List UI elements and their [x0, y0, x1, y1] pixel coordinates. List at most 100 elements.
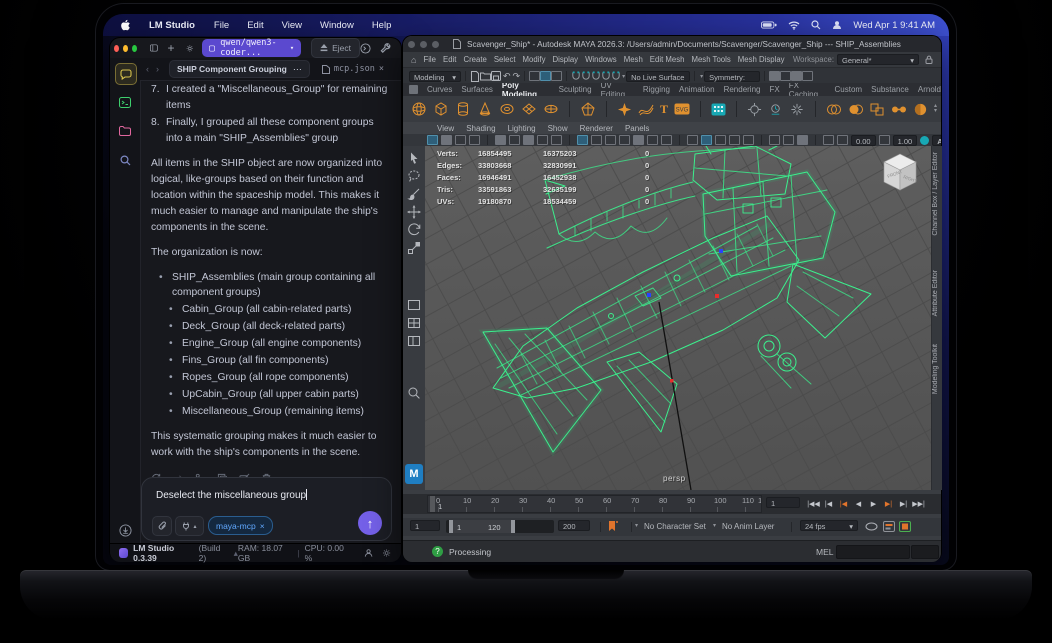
shelf-scroll-down-icon[interactable]: ▾	[934, 108, 937, 114]
attach-file-button[interactable]	[152, 516, 172, 536]
zoom-window-button[interactable]	[432, 40, 439, 48]
shelf-tab-rendering[interactable]: Rendering	[724, 85, 761, 94]
play-backwards-button[interactable]: ◀	[851, 496, 866, 511]
layout-single-icon[interactable]	[407, 298, 421, 312]
caret-down-icon[interactable]: ▾	[700, 73, 703, 80]
menu-set-dropdown[interactable]: Modeling ▾	[409, 70, 461, 82]
color-management-icon[interactable]	[920, 135, 930, 145]
anim-prefs-icon[interactable]	[883, 521, 895, 532]
time-slider[interactable]: 1 0 10 20 30 40 50 60 70 80 90 100 110 1…	[403, 494, 941, 514]
statusline-right-icon[interactable]	[780, 71, 792, 81]
boolean-difference-icon[interactable]	[848, 103, 864, 116]
menubar-item-edit[interactable]: Edit	[247, 20, 263, 31]
user-icon[interactable]	[364, 548, 373, 558]
magnet-plane-icon[interactable]	[601, 71, 611, 81]
shelf-tab-poly-modeling[interactable]: Poly Modeling	[502, 83, 550, 96]
current-frame-marker[interactable]	[430, 496, 435, 512]
snap-curve-icon[interactable]	[540, 71, 552, 81]
save-scene-icon[interactable]	[491, 71, 501, 81]
viewport-toolbar-icon[interactable]	[537, 135, 548, 145]
shelf-tab-fx[interactable]: FX	[769, 85, 779, 94]
tab-modeling-toolkit[interactable]: Modeling Toolkit	[932, 344, 942, 394]
view-cube[interactable]: FRONT RIGHT	[876, 150, 924, 198]
shelf-tab-rigging[interactable]: Rigging	[643, 85, 670, 94]
scale-tool-icon[interactable]	[407, 241, 421, 255]
mcp-server-pill[interactable]: maya-mcp ×	[208, 516, 273, 535]
playback-start-field[interactable]: 1	[410, 520, 440, 531]
polyTorus-icon[interactable]	[499, 101, 515, 117]
menu-display[interactable]: Display	[553, 55, 579, 64]
polyCylinder-icon[interactable]	[455, 101, 471, 117]
command-line-label[interactable]: MEL	[816, 547, 833, 557]
shelf-menu-icon[interactable]	[409, 85, 418, 94]
menu-file[interactable]: File	[423, 55, 436, 64]
type-tool-icon[interactable]: T	[660, 102, 668, 117]
viewport-toolbar-icon[interactable]	[495, 135, 506, 145]
console-icon[interactable]	[360, 42, 371, 54]
lock-icon[interactable]	[925, 55, 933, 64]
exposure-toggle-icon[interactable]	[878, 135, 890, 145]
panel-menu-shading[interactable]: Shading	[466, 124, 495, 133]
wifi-icon[interactable]	[788, 21, 800, 30]
magnet-point-icon[interactable]	[591, 71, 601, 81]
viewport-toolbar-icon[interactable]	[687, 135, 698, 145]
zoom-tool-icon[interactable]	[407, 386, 421, 400]
step-back-frame-button[interactable]: |◀	[821, 496, 836, 511]
statusline-right-icon[interactable]	[769, 71, 781, 81]
go-to-end-button[interactable]: ▶▶|	[911, 496, 926, 511]
eject-model-button[interactable]: Eject	[311, 38, 360, 58]
exposure-field[interactable]: 0.00	[851, 134, 876, 146]
tab-menu-icon[interactable]: ⋯	[293, 64, 302, 75]
chat-transcript[interactable]: 7. I created a "Miscellaneous_Group" for …	[140, 80, 401, 477]
tab-attribute-editor[interactable]: Attribute Editor	[932, 270, 942, 316]
playback-end-field[interactable]: 200	[558, 520, 590, 531]
tab-mcp-json[interactable]: mcp.json ×	[321, 64, 384, 74]
undo-icon[interactable]: ↶	[503, 71, 511, 82]
step-forward-key-button[interactable]: ▶|	[881, 496, 896, 511]
redo-icon[interactable]: ↷	[513, 71, 521, 82]
select-tool-icon[interactable]	[407, 151, 421, 165]
download-status-button[interactable]	[115, 520, 135, 540]
spotlight-search-icon[interactable]	[811, 20, 821, 30]
symmetry-field[interactable]: Symmetry: Off	[704, 70, 761, 93]
maya-mcp-plugin-icon[interactable]: M	[405, 464, 423, 484]
polyCone-icon[interactable]	[477, 101, 493, 117]
viewport-toolbar-icon[interactable]	[729, 135, 740, 145]
minimize-window-button[interactable]	[122, 44, 128, 52]
panel-menu-show[interactable]: Show	[548, 124, 568, 133]
menu-create[interactable]: Create	[463, 55, 486, 64]
polyDisc-icon[interactable]	[543, 101, 559, 117]
rotate-tool-icon[interactable]	[407, 223, 421, 237]
shelf-tab-fx-caching[interactable]: FX Caching	[789, 83, 826, 96]
viewport-toolbar-icon[interactable]	[661, 135, 672, 145]
gear-icon[interactable]	[382, 548, 391, 558]
menu-modify[interactable]: Modify	[523, 55, 546, 64]
sidebar-item-developer[interactable]	[115, 92, 135, 112]
new-chat-button[interactable]: +	[168, 42, 175, 54]
viewport-toolbar-icon[interactable]	[605, 135, 616, 145]
statusline-right-icon[interactable]	[791, 71, 803, 81]
menu-windows[interactable]: Windows	[585, 55, 617, 64]
menu-mesh[interactable]: Mesh	[624, 55, 643, 64]
workspace-dropdown[interactable]: General* ▾	[837, 54, 919, 65]
remove-mcp-icon[interactable]: ×	[260, 521, 265, 531]
shelf-tab-custom[interactable]: Custom	[835, 85, 863, 94]
viewport-toolbar-icon[interactable]	[619, 135, 630, 145]
close-window-button[interactable]	[408, 40, 415, 48]
viewport-toolbar-icon[interactable]	[797, 135, 808, 145]
tab-channel-box[interactable]: Channel Box / Layer Editor	[932, 152, 942, 236]
viewport-persp[interactable]: Verts: 16854495 16375203 0 Edges: 33803668 32…	[425, 146, 931, 490]
open-scene-icon[interactable]	[480, 71, 491, 81]
character-set-dropdown[interactable]: No Character Set	[644, 522, 706, 531]
shelf-tab-sculpting[interactable]: Sculpting	[559, 85, 592, 94]
chat-input[interactable]: Deselect the miscellaneous group ▴ maya-…	[141, 477, 392, 541]
shelf-tab-uv-editing[interactable]: UV Editing	[601, 83, 634, 96]
anim-layer-dropdown[interactable]: No Anim Layer	[722, 522, 774, 531]
separate-icon[interactable]	[891, 103, 907, 116]
apple-menu-icon[interactable]	[111, 19, 131, 32]
platonic-solid-icon[interactable]	[580, 101, 596, 117]
menu-mesh-display[interactable]: Mesh Display	[738, 55, 785, 64]
tab-chat[interactable]: SHIP Component Grouping ⋯	[169, 60, 310, 78]
zero-transform-icon[interactable]	[789, 102, 805, 117]
panel-menu-view[interactable]: View	[437, 124, 454, 133]
